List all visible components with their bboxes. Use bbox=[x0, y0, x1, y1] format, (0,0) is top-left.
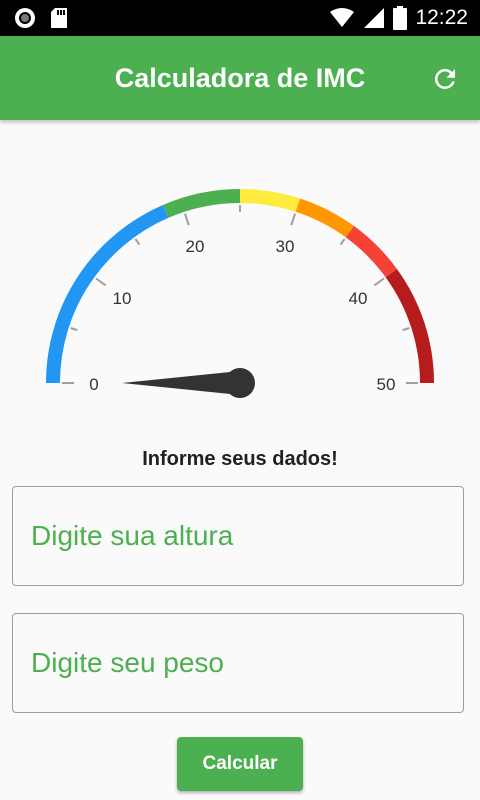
gauge-range bbox=[345, 226, 397, 278]
gauge-range bbox=[239, 189, 300, 212]
gauge-tick bbox=[290, 213, 296, 226]
gauge-label: 30 bbox=[276, 237, 295, 256]
weight-field[interactable] bbox=[12, 613, 464, 713]
gauge-tick bbox=[402, 327, 410, 332]
app-notification-icon bbox=[15, 8, 35, 28]
gauge-tick bbox=[339, 238, 346, 246]
gauge-tick bbox=[373, 277, 385, 287]
gauge-label: 50 bbox=[377, 375, 396, 394]
status-bar: 12:22 bbox=[0, 0, 480, 36]
signal-icon bbox=[364, 8, 385, 28]
refresh-icon[interactable] bbox=[430, 64, 460, 94]
gauge-tick bbox=[95, 277, 107, 287]
app-bar: Calculadora de IMC bbox=[0, 36, 480, 120]
gauge-needle-hub bbox=[225, 368, 255, 398]
height-input[interactable] bbox=[13, 487, 463, 585]
form-prompt: Informe seus dados! bbox=[142, 448, 338, 470]
calculate-button[interactable]: Calcular bbox=[177, 737, 303, 791]
gauge-label: 10 bbox=[113, 289, 132, 308]
gauge-tick bbox=[70, 327, 78, 332]
gauge-range bbox=[46, 204, 169, 384]
gauge-label: 20 bbox=[186, 237, 205, 256]
gauge-needle bbox=[122, 368, 255, 398]
gauge-tick bbox=[184, 213, 190, 226]
gauge-needle-pointer bbox=[122, 371, 240, 395]
status-time: 12:22 bbox=[415, 6, 468, 29]
battery-icon bbox=[393, 6, 408, 30]
app-title: Calculadora de IMC bbox=[114, 63, 366, 93]
gauge-label: 40 bbox=[349, 289, 368, 308]
gauge-ranges bbox=[46, 189, 434, 384]
status-right: 12:22 bbox=[329, 0, 468, 36]
wifi-icon bbox=[330, 8, 355, 27]
height-field[interactable] bbox=[12, 486, 464, 586]
bmi-gauge: 0 10 20 30 40 50 bbox=[46, 189, 434, 398]
gauge-tick bbox=[134, 238, 141, 246]
weight-input[interactable] bbox=[13, 614, 463, 712]
gauge-range bbox=[162, 189, 241, 218]
gauge-label: 0 bbox=[89, 375, 98, 394]
status-left bbox=[14, 7, 68, 29]
sd-card-icon bbox=[51, 8, 67, 28]
gauge-range bbox=[295, 198, 355, 238]
